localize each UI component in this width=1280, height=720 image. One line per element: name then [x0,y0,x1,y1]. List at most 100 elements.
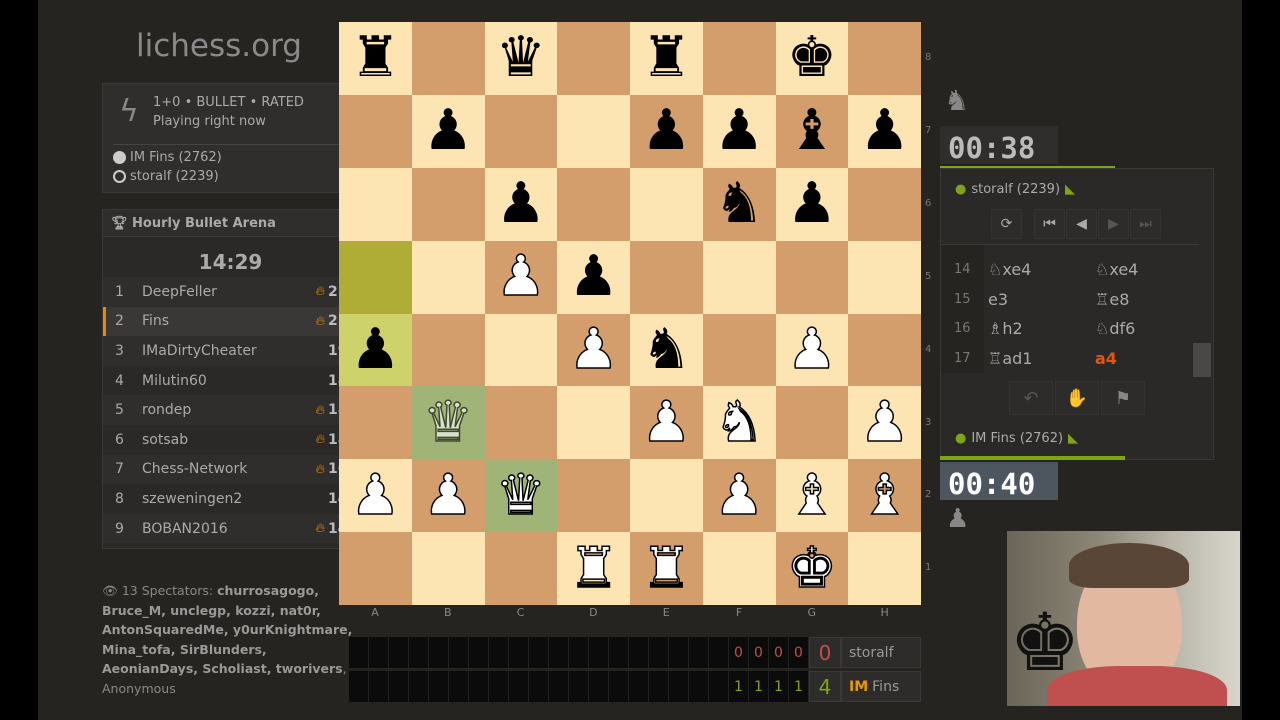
square-b5[interactable] [411,240,485,314]
square-g5[interactable] [775,240,849,314]
square-f8[interactable] [702,22,776,95]
takeback-button[interactable]: ↶ [1009,381,1053,415]
square-d7[interactable] [557,94,630,168]
score-player[interactable]: storalf [841,637,921,668]
white-king-piece[interactable]: ♚ [786,539,838,597]
black-pawn-piece[interactable]: ♟ [496,176,546,232]
white-pawn-piece[interactable]: ♟ [568,321,620,379]
move-list-scrollbar[interactable] [1193,343,1211,377]
square-e8[interactable]: ♜ [630,22,703,95]
square-c5[interactable]: ♟ [484,240,558,314]
standing-row[interactable]: 1 DeepFeller 🔥︎ 21 [103,277,358,307]
white-move[interactable]: e3 [984,290,1091,309]
square-b3[interactable]: ♛ [411,386,485,460]
logo[interactable]: lichess.org [136,28,302,64]
square-c6[interactable]: ♟ [484,167,558,241]
white-queen-piece[interactable]: ♛ [495,466,547,524]
white-pawn-piece[interactable]: ♟ [859,394,911,452]
offer-draw-button[interactable]: ✋ [1055,381,1099,415]
square-e6[interactable] [630,167,703,241]
square-f1[interactable] [702,532,776,605]
standing-row[interactable]: 4 Milutin60 18 [103,366,358,396]
square-c4[interactable] [484,313,558,387]
square-g4[interactable]: ♟ [775,313,849,387]
black-pawn-piece[interactable]: ♟ [860,103,910,159]
square-a5[interactable] [339,240,412,314]
black-queen-piece[interactable]: ♛ [496,30,546,86]
square-b2[interactable]: ♟ [411,459,485,533]
square-f6[interactable]: ♞ [702,167,776,241]
square-f5[interactable] [702,240,776,314]
square-f4[interactable] [702,313,776,387]
black-rook-piece[interactable]: ♜ [641,30,691,86]
square-d1[interactable]: ♜ [557,532,630,605]
square-a6[interactable] [339,167,412,241]
arena-title[interactable]: 🏆︎ Hourly Bullet Arena [103,210,358,237]
square-b7[interactable]: ♟ [411,94,485,168]
square-d5[interactable]: ♟ [557,240,630,314]
black-pawn-piece[interactable]: ♟ [714,103,764,159]
top-player[interactable]: ● storalf (2239) ◣ [955,182,1075,197]
white-pawn-piece[interactable]: ♟ [495,248,547,306]
white-pawn-piece[interactable]: ♟ [422,466,474,524]
square-d4[interactable]: ♟ [557,313,630,387]
square-h4[interactable] [848,313,921,387]
white-rook-piece[interactable]: ♜ [568,539,620,597]
square-a1[interactable] [339,532,412,605]
square-a4[interactable]: ♟ [339,313,412,387]
square-e1[interactable]: ♜ [630,532,703,605]
square-a3[interactable] [339,386,412,460]
square-g6[interactable]: ♟ [775,167,849,241]
square-e2[interactable] [630,459,703,533]
square-f3[interactable]: ♞ [702,386,776,460]
white-move[interactable]: ♘xe4 [984,260,1091,279]
square-h5[interactable] [848,240,921,314]
square-h1[interactable] [848,532,921,605]
black-pawn-piece[interactable]: ♟ [787,176,837,232]
standing-row[interactable]: 8 szeweningen2 14 [103,484,358,514]
chess-board[interactable]: ♜ ♛ ♜ ♚ ♟ ♟ ♟ ♝ ♟ ♟ ♞ ♟ ♟ ♟ ♟ ♟ ♞ ♟ ♛ ♟ ♞ ♟ ♟ ♟ ♛ ♟ ♝ ♝ ♜ ♜ ♚ [339,22,921,605]
black-move[interactable]: ♘df6 [1091,319,1198,338]
standing-row[interactable]: 2 Fins 🔥︎ 21 [103,306,358,337]
square-c8[interactable]: ♛ [484,22,558,95]
square-h7[interactable]: ♟ [848,94,921,168]
square-b8[interactable] [411,22,485,95]
square-h2[interactable]: ♝ [848,459,921,533]
next-move-button[interactable]: ▶ [1098,209,1129,239]
square-a8[interactable]: ♜ [339,22,412,95]
square-c3[interactable] [484,386,558,460]
square-f7[interactable]: ♟ [702,94,776,168]
square-c7[interactable] [484,94,558,168]
standing-row[interactable]: 7 Chess-Network 🔥︎ 16 [103,454,358,485]
bottom-player[interactable]: ● IM Fins (2762) ◣ [955,431,1078,446]
square-g8[interactable]: ♚ [775,22,849,95]
white-pawn-piece[interactable]: ♟ [713,466,765,524]
square-g2[interactable]: ♝ [775,459,849,533]
black-move[interactable]: ♘xe4 [1091,260,1198,279]
square-a2[interactable]: ♟ [339,459,412,533]
black-pawn-piece[interactable]: ♟ [641,103,691,159]
black-king-piece[interactable]: ♚ [787,30,837,86]
square-a7[interactable] [339,94,412,168]
square-g7[interactable]: ♝ [775,94,849,168]
white-pawn-piece[interactable]: ♟ [641,394,693,452]
square-c1[interactable] [484,532,558,605]
white-bishop-piece[interactable]: ♝ [786,466,838,524]
square-h6[interactable] [848,167,921,241]
square-e3[interactable]: ♟ [630,386,703,460]
square-e7[interactable]: ♟ [630,94,703,168]
white-knight-piece[interactable]: ♞ [713,394,765,452]
square-b1[interactable] [411,532,485,605]
black-rook-piece[interactable]: ♜ [350,30,400,86]
first-move-button[interactable]: ⏮ [1034,209,1065,239]
black-knight-piece[interactable]: ♞ [641,321,691,378]
standing-row[interactable]: 9 BOBAN2016 🔥︎ 14 [103,513,358,544]
white-rook-piece[interactable]: ♜ [641,539,693,597]
player-white[interactable]: IM Fins (2762) [113,150,222,165]
score-player[interactable]: IM Fins [841,671,921,702]
black-knight-piece[interactable]: ♞ [714,176,764,232]
black-pawn-piece[interactable]: ♟ [569,249,619,305]
square-f2[interactable]: ♟ [702,459,776,533]
white-move[interactable]: ♖ad1 [984,349,1091,368]
square-e5[interactable] [630,240,703,314]
